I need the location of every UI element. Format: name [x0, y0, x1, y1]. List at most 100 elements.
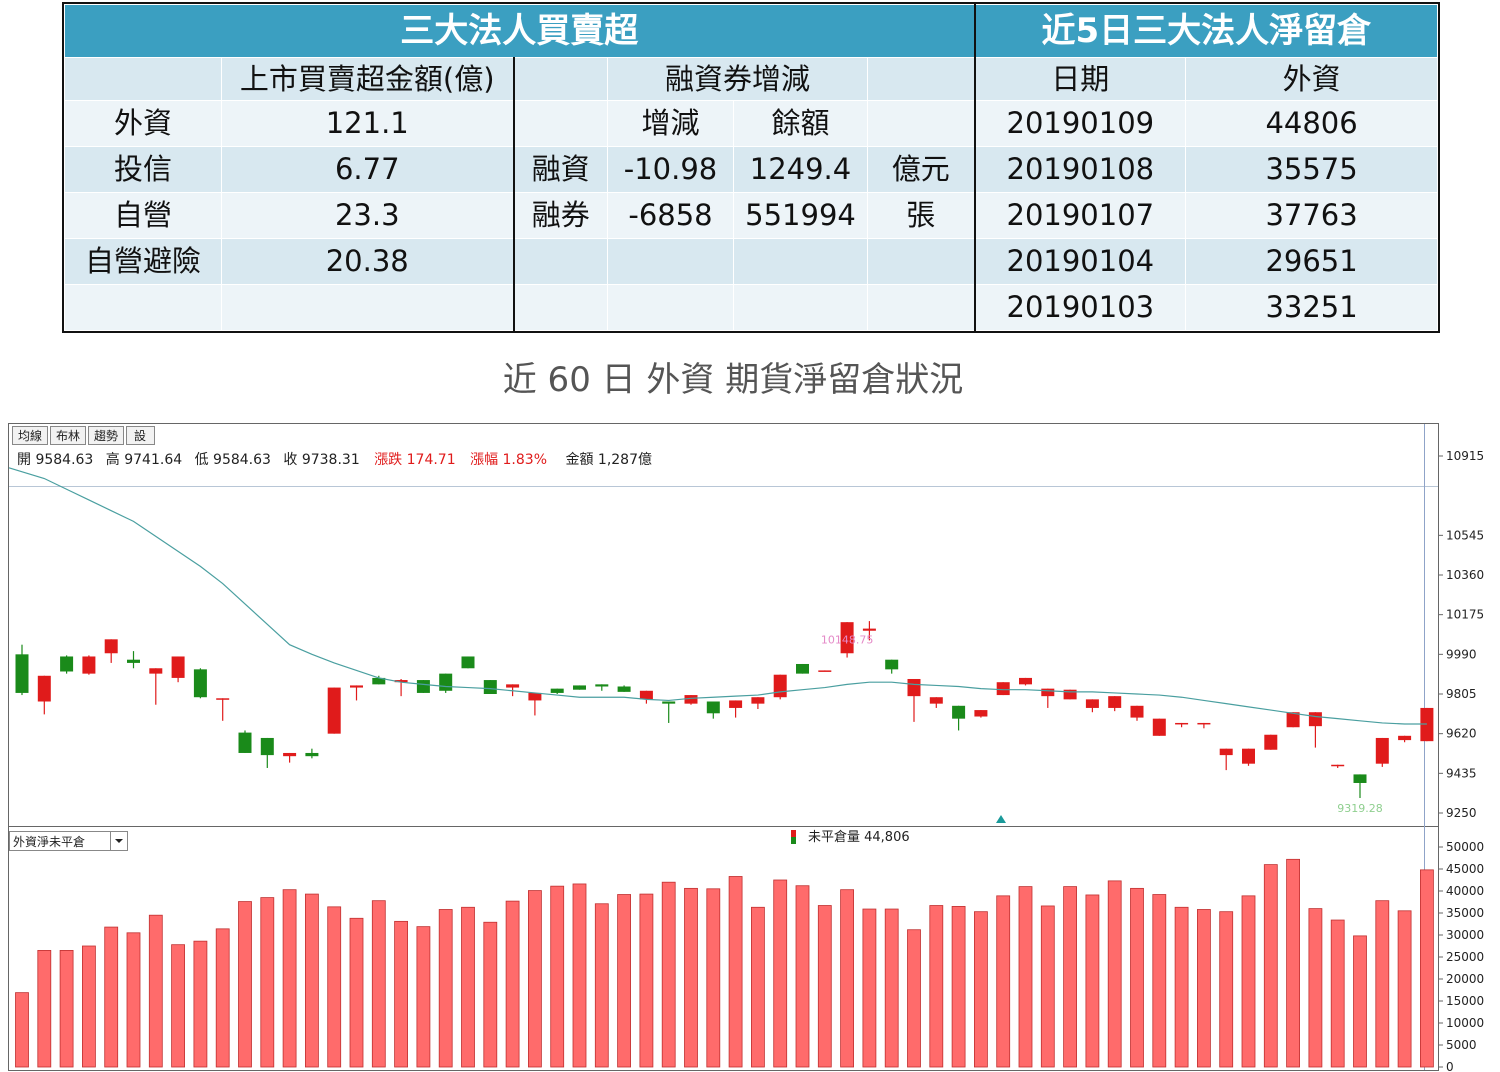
candle — [974, 710, 988, 718]
candle-body — [238, 732, 252, 753]
candle-body — [952, 705, 966, 719]
summary-left-title: 三大法人買賣超 — [63, 4, 976, 58]
position-date: 20190108 — [973, 146, 1187, 193]
candle-body — [639, 690, 653, 700]
toolbar-button-settings[interactable]: 設 — [126, 426, 155, 445]
volume-tick-label: 25000 — [1446, 950, 1484, 964]
high-annotation: 10148.75 — [821, 633, 874, 646]
toolbar-button-trend[interactable]: 趨勢 — [88, 426, 124, 445]
candle-body — [862, 628, 876, 631]
candle-body — [573, 685, 586, 690]
candle-body — [1398, 735, 1412, 741]
candle — [573, 685, 586, 690]
candle-body — [1331, 764, 1345, 767]
volume-bar — [238, 901, 252, 1068]
volume-bar — [617, 894, 631, 1068]
candle-body — [662, 701, 676, 704]
candle — [1375, 737, 1389, 767]
margin-change: -10.98 — [607, 146, 734, 193]
candle-body — [1375, 737, 1389, 764]
candle — [1019, 677, 1032, 686]
candle-body — [528, 692, 542, 701]
candle — [193, 668, 207, 699]
legend-swatch-down — [791, 837, 796, 844]
candle-body — [996, 682, 1010, 696]
cell-blank — [512, 284, 608, 331]
header-blank — [866, 57, 976, 101]
candle-body — [1219, 748, 1233, 756]
toolbar-button-ma[interactable]: 均線 — [12, 426, 48, 445]
volume-tick-label: 45000 — [1446, 862, 1484, 876]
header-amount: 上市買賣超金額(億) — [221, 57, 514, 101]
position-date: 20190104 — [973, 238, 1187, 285]
volume-tick-label: 10000 — [1446, 1016, 1484, 1030]
price-tick-label: 10545 — [1446, 528, 1484, 542]
cell-blank — [733, 238, 868, 285]
volume-bar — [1286, 858, 1300, 1068]
volume-bar — [572, 883, 587, 1068]
toolbar-button-label: 均線 — [18, 428, 42, 443]
volume-bar — [706, 888, 721, 1068]
volume-bar — [1397, 910, 1412, 1068]
volume-bar — [82, 945, 96, 1068]
cell-blank — [512, 100, 608, 147]
volume-bar — [483, 921, 498, 1068]
candle — [327, 687, 341, 734]
volume-bar — [1107, 880, 1122, 1068]
candle-body — [461, 656, 475, 669]
volume-bar — [594, 903, 609, 1068]
info-low: 低 9584.63 — [195, 452, 271, 468]
volume-bar — [773, 879, 788, 1068]
price-tick-label: 9805 — [1446, 687, 1477, 701]
toolbar-button-bollinger[interactable]: 布林 — [50, 426, 86, 445]
volume-bar — [1353, 935, 1367, 1068]
volume-bar — [327, 906, 342, 1068]
investor-amount: 20.38 — [221, 238, 514, 285]
summary-table: 三大法人買賣超 近5日三大法人淨留倉 上市買賣超金額(億) 融資券增減 日期 外… — [61, 2, 1441, 333]
margin-unit: 張 — [866, 192, 976, 239]
price-axis: 10915 10545 10360 10175 9990 9805 9620 9435 9250 — [1439, 449, 1484, 820]
chart-heading: 近 60 日 外資 期貨淨留倉狀況 — [502, 360, 964, 400]
volume-bar — [1330, 919, 1345, 1068]
candle-body — [1152, 718, 1166, 736]
info-pct: 漲幅 1.83% — [470, 452, 547, 468]
cell-blank — [733, 284, 868, 331]
position-foreign: 37763 — [1185, 192, 1439, 239]
info-change: 漲跌 174.71 — [374, 452, 455, 468]
candle-body — [305, 752, 319, 757]
volume-tick-label: 0 — [1446, 1060, 1454, 1072]
header-blank — [64, 57, 222, 101]
price-tick-label: 10175 — [1446, 608, 1484, 622]
toolbar-button-label: 設 — [134, 428, 146, 443]
margin-name: 融券 — [512, 192, 608, 239]
price-tick-label: 9435 — [1446, 766, 1477, 780]
volume-bar — [974, 911, 988, 1068]
candle-body — [1019, 677, 1032, 685]
volume-bar — [907, 929, 921, 1068]
legend-swatch-up — [791, 830, 796, 837]
investor-amount: 23.3 — [221, 192, 514, 239]
candle — [82, 655, 96, 675]
candle-body — [729, 700, 743, 708]
volume-bar — [1130, 887, 1144, 1068]
volume-bar — [37, 950, 52, 1068]
volume-bar — [639, 893, 654, 1068]
candle — [439, 673, 453, 693]
volume-bar — [528, 890, 542, 1068]
candle-body — [818, 670, 832, 672]
candle-body — [907, 678, 921, 697]
volume-bar — [126, 932, 141, 1068]
volume-tick-label: 50000 — [1446, 840, 1484, 854]
volume-bar — [1063, 886, 1077, 1068]
volume-bar — [171, 944, 186, 1068]
margin-unit: 億元 — [866, 146, 976, 193]
volume-bar — [1085, 894, 1100, 1068]
volume-bar — [1040, 905, 1055, 1068]
candle — [461, 656, 475, 669]
series-select[interactable]: 外資淨未平倉 — [9, 831, 128, 851]
candle-body — [15, 654, 29, 693]
candle-body — [104, 639, 118, 654]
volume-bar — [193, 940, 208, 1068]
candle-body — [1175, 722, 1189, 725]
margin-balance: 1249.4 — [733, 146, 868, 193]
